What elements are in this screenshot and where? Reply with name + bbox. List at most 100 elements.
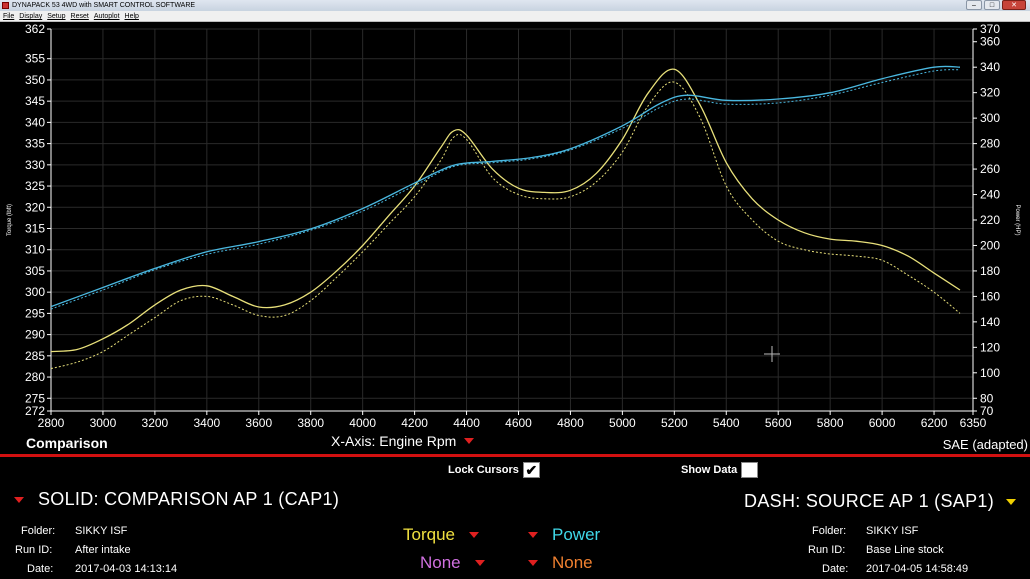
channel-4-label: None (552, 553, 593, 572)
solid-runid: Run ID: After intake (15, 544, 131, 556)
window-controls: – □ ✕ (966, 0, 1026, 11)
solid-dropdown-arrow-icon[interactable] (14, 496, 24, 503)
show-data-label: Show Data (681, 464, 738, 476)
x-tick-label: 6200 (921, 416, 948, 430)
solid-run-selector[interactable]: SOLID: COMPARISON AP 1 (CAP1) (14, 489, 339, 510)
close-button[interactable]: ✕ (1002, 0, 1026, 10)
menu-file[interactable]: File (3, 11, 14, 21)
y2-tick-label: 320 (980, 86, 1000, 100)
y2-tick-label: 200 (980, 238, 1000, 252)
solid-date-label: Date: (27, 563, 54, 575)
menu-bar: File Display Setup Reset Autoplot Help (0, 11, 1030, 22)
dash-runid: Run ID: Base Line stock (808, 544, 944, 556)
xaxis-label: X-Axis: Engine Rpm (331, 433, 457, 449)
menu-setup[interactable]: Setup (47, 11, 65, 21)
solid-runid-value: After intake (75, 544, 131, 556)
x-tick-label: 3800 (297, 416, 324, 430)
channel-1-dropdown-icon[interactable] (468, 532, 479, 538)
minimize-button[interactable]: – (966, 0, 982, 10)
channel-4-dropdown-icon[interactable] (528, 560, 538, 566)
y-tick-label: 305 (25, 264, 45, 278)
torque-solid-line (50, 68, 961, 353)
channel-1-label: Torque (403, 525, 455, 544)
y-tick-label: 300 (25, 285, 45, 299)
y-tick-label: 295 (25, 306, 45, 320)
crosshair-cursor[interactable] (764, 346, 780, 362)
x-tick-label: 3200 (142, 416, 169, 430)
y-tick-label: 330 (25, 158, 45, 172)
lock-cursors-option[interactable]: Lock Cursors ✔ (448, 462, 540, 478)
x-tick-label: 5800 (817, 416, 844, 430)
app-icon (2, 2, 9, 9)
menu-help[interactable]: Help (125, 11, 139, 21)
x-tick-label: 3600 (245, 416, 272, 430)
dyno-chart[interactable]: 2800 3000 3200 3400 3600 3800 4000 4200 4400 4600… (0, 22, 1030, 431)
y2-tick-label: 140 (980, 315, 1000, 329)
x-tick-label: 4200 (401, 416, 428, 430)
x-tick-label: 4800 (557, 416, 584, 430)
channel-4-selector[interactable]: None (528, 553, 593, 573)
x-tick-label: 4600 (505, 416, 532, 430)
solid-folder: Folder: SIKKY ISF (21, 525, 127, 537)
dynapack-window: DYNAPACK 53 4WD with SMART CONTROL SOFTW… (0, 0, 1030, 579)
dash-date-label: Date: (822, 563, 849, 575)
y2-tick-label: 240 (980, 188, 1000, 202)
x-tick-label: 5400 (713, 416, 740, 430)
dash-folder: Folder: SIKKY ISF (812, 525, 918, 537)
maximize-button[interactable]: □ (984, 0, 1000, 10)
y-tick-label: 315 (25, 221, 45, 235)
lock-cursors-checkbox[interactable]: ✔ (522, 462, 540, 478)
power-dash-line (50, 69, 961, 310)
solid-folder-value: SIKKY ISF (75, 525, 128, 537)
y-tick-label: 275 (25, 391, 45, 405)
dash-runid-value: Base Line stock (866, 544, 944, 556)
x-tick-label: 5000 (609, 416, 636, 430)
solid-date: Date: 2017-04-03 14:13:14 (27, 563, 177, 575)
y2-tick-label: 260 (980, 162, 1000, 176)
title-bar: DYNAPACK 53 4WD with SMART CONTROL SOFTW… (0, 0, 1030, 11)
show-data-checkbox[interactable] (741, 462, 759, 478)
y2-tick-label: 300 (980, 111, 1000, 125)
channel-2-dropdown-icon[interactable] (528, 532, 538, 538)
channel-3-dropdown-icon[interactable] (474, 560, 485, 566)
y-tick-label: 325 (25, 179, 45, 193)
y2-tick-label: 340 (980, 60, 1000, 74)
x-tick-label: 3400 (193, 416, 220, 430)
y2-tick-label: 280 (980, 137, 1000, 151)
channel-3-selector[interactable]: None (420, 553, 485, 573)
x-tick-label: 3000 (90, 416, 117, 430)
y2-tick-label: 70 (980, 404, 994, 418)
y-tick-label: 280 (25, 370, 45, 384)
y2-tick-label: 180 (980, 264, 1000, 278)
dash-date-value: 2017-04-05 14:58:49 (866, 563, 969, 575)
solid-runid-label: Run ID: (15, 544, 53, 556)
channel-1-selector[interactable]: Torque (403, 525, 479, 545)
y2-axis-title: Power (HP) (1014, 204, 1020, 235)
channel-2-selector[interactable]: Power (528, 525, 600, 545)
y-tick-label: 345 (25, 94, 45, 108)
x-tick-label: 5200 (661, 416, 688, 430)
dash-run-label: DASH: SOURCE AP 1 (SAP1) (744, 491, 994, 511)
y2-tick-label: 120 (980, 340, 1000, 354)
xaxis-selector[interactable]: X-Axis: Engine Rpm (331, 433, 475, 449)
y-tick-label: 310 (25, 243, 45, 257)
menu-display[interactable]: Display (19, 11, 42, 21)
x-tick-label: 6350 (960, 416, 987, 430)
chart-footer: Comparison X-Axis: Engine Rpm SAE (adapt… (0, 431, 1030, 453)
menu-reset[interactable]: Reset (71, 11, 89, 21)
y2-tick-label: 370 (980, 22, 1000, 36)
solid-folder-label: Folder: (21, 525, 56, 537)
dash-dropdown-arrow-icon[interactable] (1006, 498, 1016, 505)
y2-tick-label: 360 (980, 35, 1000, 49)
x-tick-label: 2800 (38, 416, 65, 430)
dropdown-arrow-icon[interactable] (464, 438, 475, 444)
menu-autoplot[interactable]: Autoplot (94, 11, 120, 21)
solid-date-value: 2017-04-03 14:13:14 (75, 563, 178, 575)
y2-tick-label: 100 (980, 366, 1000, 380)
dash-run-selector[interactable]: DASH: SOURCE AP 1 (SAP1) (744, 491, 1016, 512)
chart-name-label: Comparison (26, 435, 108, 451)
y-tick-label: 362 (25, 22, 45, 36)
y-axis-title: Torque (lbft) (7, 204, 13, 236)
y-tick-label: 335 (25, 137, 45, 151)
show-data-option[interactable]: Show Data (681, 462, 759, 478)
